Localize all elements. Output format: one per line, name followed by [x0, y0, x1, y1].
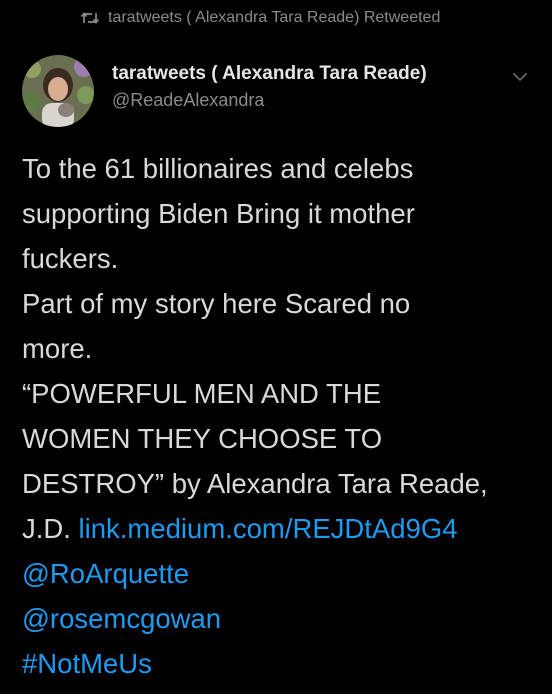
- avatar[interactable]: [22, 55, 94, 127]
- author-handle[interactable]: @ReadeAlexandra: [112, 90, 264, 111]
- tweet-line-prefix: J.D.: [22, 513, 79, 544]
- mention-roarquette[interactable]: @RoArquette: [22, 551, 542, 596]
- mention-rosemcgowan[interactable]: @rosemcgowan: [22, 596, 542, 641]
- retweet-indicator: taratweets ( Alexandra Tara Reade) Retwe…: [80, 9, 440, 27]
- tweet-line: “POWERFUL MEN AND THE: [22, 378, 382, 409]
- author-name[interactable]: taratweets ( Alexandra Tara Reade): [112, 63, 427, 85]
- hashtag-notmeus[interactable]: #NotMeUs: [22, 641, 542, 686]
- tweet-line: supporting Biden Bring it mother: [22, 198, 415, 229]
- tweet-text: To the 61 billionaires and celebs suppor…: [22, 146, 542, 686]
- retweet-text: taratweets ( Alexandra Tara Reade) Retwe…: [108, 9, 441, 26]
- retweet-icon: [80, 10, 100, 26]
- medium-link[interactable]: link.medium.com/REJDtAd9G4: [79, 513, 458, 544]
- tweet-line: J.D. link.medium.com/REJDtAd9G4: [22, 506, 542, 551]
- tweet-line: more.: [22, 333, 93, 364]
- tweet-line: To the 61 billionaires and celebs: [22, 153, 414, 184]
- tweet-line: Part of my story here Scared no: [22, 288, 411, 319]
- tweet-line: WOMEN THEY CHOOSE TO: [22, 423, 383, 454]
- tweet-line: fuckers.: [22, 243, 119, 274]
- tweet-line: DESTROY” by Alexandra Tara Reade,: [22, 468, 488, 499]
- chevron-down-icon[interactable]: [512, 70, 528, 88]
